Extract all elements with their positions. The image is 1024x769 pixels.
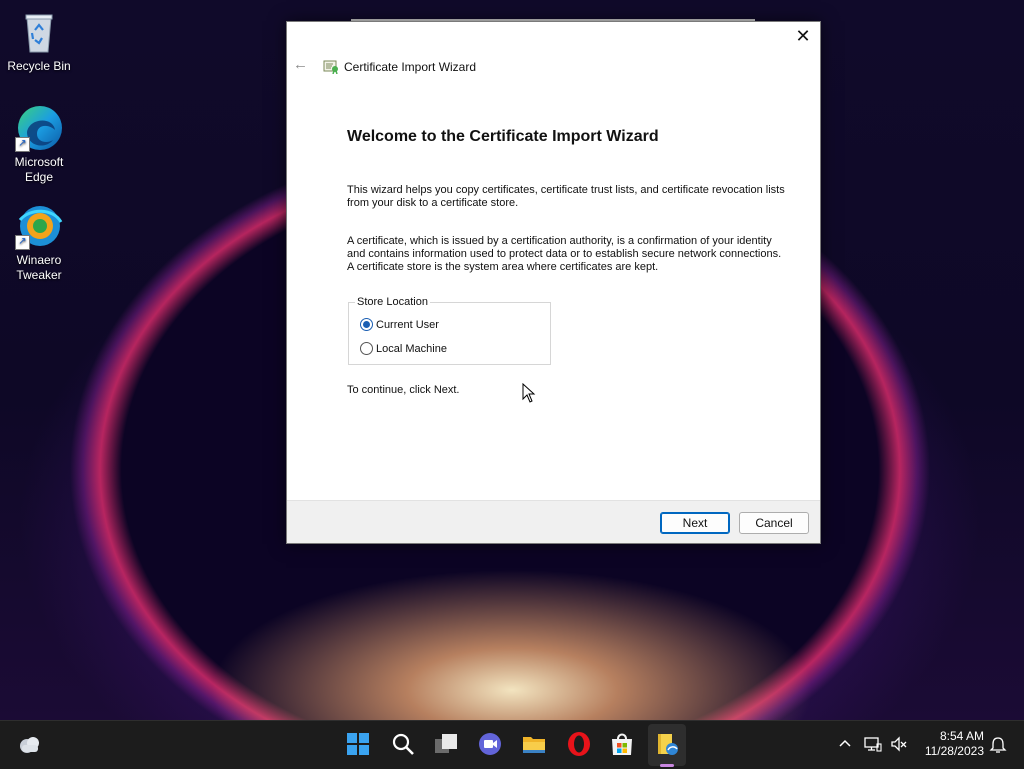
- desktop-icon-recycle-bin[interactable]: Recycle Bin: [2, 8, 76, 74]
- desktop-icon-label: Winaero Tweaker: [16, 253, 62, 282]
- cancel-button[interactable]: Cancel: [739, 512, 809, 534]
- chevron-up-icon[interactable]: [838, 736, 852, 753]
- volume-muted-icon[interactable]: [890, 736, 908, 755]
- edge-icon: ↗: [15, 104, 63, 152]
- active-app-indicator: [660, 764, 674, 767]
- store-icon[interactable]: [609, 731, 635, 757]
- page-heading: Welcome to the Certificate Import Wizard: [347, 128, 659, 145]
- radio-unselected-icon[interactable]: [360, 342, 373, 355]
- desktop-icon-label: Recycle Bin: [7, 59, 71, 73]
- search-icon[interactable]: [390, 731, 416, 757]
- certificate-manager-icon[interactable]: [654, 731, 680, 757]
- widgets-icon[interactable]: [16, 731, 42, 757]
- file-explorer-icon[interactable]: [521, 731, 547, 757]
- store-location-legend: Store Location: [355, 296, 430, 308]
- opera-icon[interactable]: [566, 731, 592, 757]
- certificate-icon: [323, 58, 339, 75]
- back-arrow-icon[interactable]: ←: [293, 57, 309, 73]
- radio-label: Local Machine: [376, 343, 447, 355]
- window-edge: [351, 19, 755, 21]
- clock-date: 11/28/2023: [924, 744, 984, 758]
- recycle-bin-icon: [15, 8, 63, 56]
- description-paragraph: A certificate, which is issued by a cert…: [347, 235, 782, 273]
- intro-paragraph: This wizard helps you copy certificates,…: [347, 184, 785, 209]
- taskbar: 8:54 AM 11/28/2023: [0, 720, 1024, 769]
- desktop-icon-winaero-tweaker[interactable]: ↗ Winaero Tweaker: [2, 202, 76, 283]
- system-clock[interactable]: 8:54 AM 11/28/2023: [914, 729, 984, 759]
- desktop-icon-edge[interactable]: ↗ Microsoft Edge: [2, 104, 76, 185]
- winaero-tweaker-icon: ↗: [15, 202, 63, 250]
- shortcut-arrow-icon: ↗: [15, 235, 30, 250]
- radio-label: Current User: [376, 319, 439, 331]
- dialog-title: Certificate Import Wizard: [344, 60, 477, 74]
- store-location-group: Store Location Current User Local Machin…: [348, 296, 551, 365]
- next-button[interactable]: Next: [660, 512, 730, 534]
- mouse-cursor-icon: [522, 382, 536, 403]
- shortcut-arrow-icon: ↗: [15, 137, 30, 152]
- start-icon[interactable]: [345, 731, 371, 757]
- dialog-footer: Next Cancel: [287, 500, 820, 543]
- notifications-icon[interactable]: [989, 736, 1007, 757]
- chat-icon[interactable]: [477, 731, 503, 757]
- desktop-icon-label: Microsoft Edge: [14, 155, 64, 184]
- radio-selected-icon[interactable]: [360, 318, 373, 331]
- continue-instruction: To continue, click Next.: [347, 384, 460, 396]
- network-icon[interactable]: [864, 736, 882, 755]
- certificate-import-wizard-dialog: ✕ ← Certificate Import Wizard Welcome to…: [286, 19, 821, 544]
- task-view-icon[interactable]: [433, 731, 459, 757]
- clock-time: 8:54 AM: [939, 729, 984, 743]
- close-button[interactable]: ✕: [786, 22, 820, 50]
